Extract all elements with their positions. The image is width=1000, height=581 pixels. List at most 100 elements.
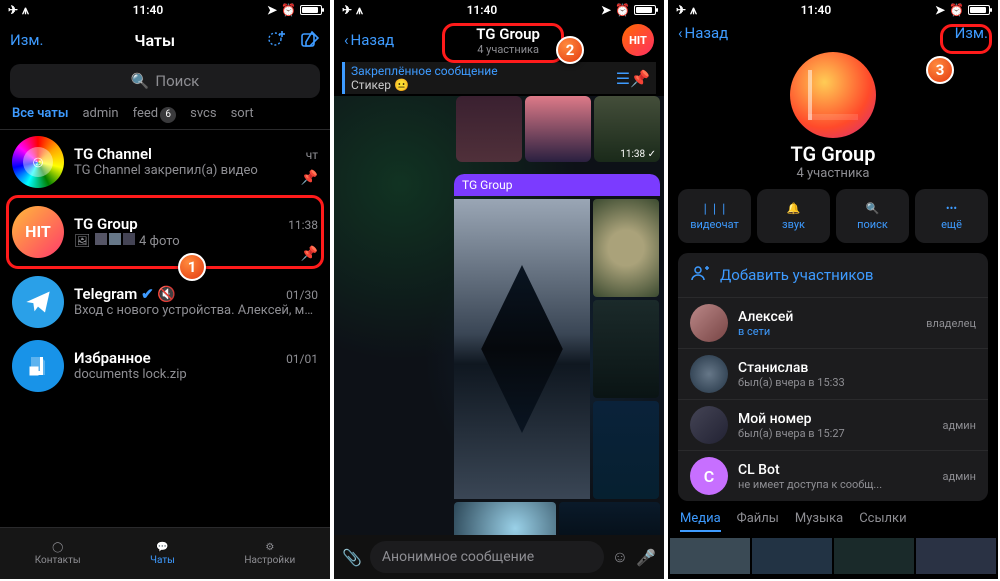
- member-row[interactable]: Мой номербыл(а) вчера в 15:27 админ: [678, 400, 988, 451]
- chat-row[interactable]: ☺ TG Channelчт TG Channel закрепил(а) ви…: [0, 130, 330, 194]
- chevron-left-icon: ‹: [678, 24, 683, 42]
- status-bar: ✈ ⩚ 11:40 ➤ ⏰: [334, 0, 664, 20]
- attach-icon[interactable]: 📎: [342, 548, 362, 567]
- folder-badge: 6: [160, 107, 176, 123]
- media-thumb[interactable]: [834, 538, 914, 574]
- group-member-count: 4 участника: [668, 166, 998, 181]
- album-sender: TG Group: [454, 174, 660, 196]
- seg-files[interactable]: Файлы: [737, 511, 779, 532]
- alarm-icon: ⏰: [615, 4, 630, 16]
- chat-subtitle: TG Channel закрепил(а) видео: [74, 163, 318, 178]
- member-row[interactable]: C CL Botне имеет доступа к сообщ... адми…: [678, 451, 988, 501]
- member-row[interactable]: Станиславбыл(а) вчера в 15:33: [678, 349, 988, 400]
- member-status: не имеет доступа к сообщ...: [738, 478, 882, 491]
- compose-icon[interactable]: [300, 30, 320, 50]
- photo-thumb[interactable]: [525, 96, 591, 162]
- verified-icon: ✔: [141, 285, 154, 303]
- chat-time: 01/01: [286, 352, 318, 366]
- battery-icon: [634, 5, 656, 15]
- status-bar: ✈⩚ 11:40 ➤⏰: [0, 0, 330, 20]
- back-button[interactable]: ‹ Назад: [344, 31, 394, 49]
- member-name: Мой номер: [738, 411, 845, 427]
- annotation-marker-3: 3: [926, 56, 954, 84]
- avatar: HIT: [12, 206, 64, 258]
- members-card: Добавить участников Алексейв сети владел…: [678, 253, 988, 501]
- message-input[interactable]: Анонимное сообщение: [370, 541, 604, 573]
- search-input[interactable]: 🔍 Поиск: [10, 64, 320, 98]
- alarm-icon: ⏰: [281, 4, 296, 16]
- folder-tab-svcs[interactable]: svcs: [190, 106, 216, 123]
- chat-row[interactable]: Telegram ✔ 🔇01/30 Вход с нового устройст…: [0, 270, 330, 334]
- action-sound[interactable]: 🔔звук: [757, 189, 830, 243]
- media-thumb[interactable]: [916, 538, 996, 574]
- airplane-icon: ✈: [342, 4, 352, 16]
- edit-button[interactable]: Изм.: [955, 24, 988, 42]
- member-role: админ: [943, 419, 976, 432]
- chat-subtitle: documents lock.zip: [74, 367, 318, 382]
- chat-header[interactable]: ‹ Назад TG Group 4 участника HIT: [334, 20, 664, 60]
- folder-tab-admin[interactable]: admin: [82, 106, 118, 123]
- tab-contacts[interactable]: ◯Контакты: [35, 542, 81, 566]
- group-avatar[interactable]: HIT: [622, 24, 654, 56]
- phone-chat-view: ✈ ⩚ 11:40 ➤ ⏰ ‹ Назад TG Group 4 участника…: [334, 0, 664, 579]
- add-members-button[interactable]: Добавить участников: [678, 253, 988, 298]
- pin-icon: 📌: [301, 170, 318, 186]
- sticker-icon[interactable]: ☺: [612, 547, 628, 567]
- pinned-list-icon[interactable]: ☰📌: [616, 69, 650, 88]
- photo-album-message[interactable]: TG Group 11:38 ✓: [454, 174, 660, 535]
- annotation-marker-2: 2: [556, 36, 584, 64]
- action-search[interactable]: 🔍поиск: [836, 189, 909, 243]
- photo-thumb[interactable]: [456, 96, 522, 162]
- group-avatar-large[interactable]: [790, 52, 876, 138]
- member-avatar: [690, 355, 728, 393]
- pinned-message-bar[interactable]: Закреплённое сообщение Стикер 😐 ☰📌: [342, 62, 656, 94]
- chat-row-tg-group[interactable]: HIT TG Group11:38 🖼 4 фото 📌: [0, 194, 330, 270]
- media-thumb[interactable]: [752, 538, 832, 574]
- mic-icon[interactable]: 🎤: [636, 548, 656, 567]
- folder-tab-sort[interactable]: sort: [231, 106, 254, 123]
- action-more[interactable]: •••ещё: [915, 189, 988, 243]
- navbar: Изм. Чаты: [0, 20, 330, 60]
- location-icon: ➤: [601, 4, 611, 16]
- avatar: [12, 276, 64, 328]
- wifi-icon: ⩚: [356, 4, 363, 16]
- media-thumb[interactable]: [670, 538, 750, 574]
- wifi-icon: ⩚: [22, 4, 29, 16]
- photo-thumb[interactable]: [593, 199, 659, 297]
- new-group-icon[interactable]: [266, 30, 286, 50]
- photo-thumb[interactable]: 11:38 ✓: [594, 96, 660, 162]
- photo-thumb[interactable]: [454, 199, 590, 499]
- photo-thumb[interactable]: [593, 401, 659, 499]
- chat-title: TG Group: [402, 25, 614, 43]
- add-user-icon: [690, 263, 710, 287]
- chat-time: 01/30: [286, 288, 318, 302]
- action-videochat[interactable]: ❘❘❘видеочат: [678, 189, 751, 243]
- edit-button[interactable]: Изм.: [10, 31, 43, 49]
- photo-thumb[interactable]: [593, 300, 659, 398]
- pinned-title: Закреплённое сообщение: [351, 64, 498, 78]
- photo-thumb[interactable]: [454, 502, 556, 535]
- airplane-icon: ✈: [8, 4, 18, 16]
- seg-media[interactable]: Медиа: [680, 511, 721, 532]
- chat-messages-area[interactable]: 11:38 ✓ TG Group 11:38 ✓: [334, 96, 664, 535]
- folder-tab-feed[interactable]: feed6: [133, 106, 177, 123]
- status-time: 11:40: [801, 3, 832, 17]
- battery-icon: [300, 5, 322, 15]
- member-row[interactable]: Алексейв сети владелец: [678, 298, 988, 349]
- photo-thumb[interactable]: 11:38 ✓: [559, 502, 661, 535]
- tab-chats[interactable]: 💬Чаты: [150, 542, 175, 566]
- seg-links[interactable]: Ссылки: [859, 511, 906, 532]
- status-bar: ✈⩚ 11:40 ➤⏰: [668, 0, 998, 20]
- member-status: был(а) вчера в 15:33: [738, 376, 845, 389]
- back-button[interactable]: ‹ Назад: [678, 24, 728, 42]
- member-avatar: C: [690, 457, 728, 495]
- chat-row[interactable]: Избранное 01/01 documents lock.zip: [0, 334, 330, 398]
- add-members-label: Добавить участников: [720, 266, 873, 284]
- tab-settings[interactable]: ⚙Настройки: [244, 542, 295, 566]
- member-name: Алексей: [738, 309, 793, 325]
- seg-music[interactable]: Музыка: [795, 511, 843, 532]
- status-time: 11:40: [467, 3, 498, 17]
- member-role: админ: [943, 470, 976, 483]
- chat-title: Избранное: [74, 349, 151, 367]
- folder-tab-all[interactable]: Все чаты: [12, 106, 68, 123]
